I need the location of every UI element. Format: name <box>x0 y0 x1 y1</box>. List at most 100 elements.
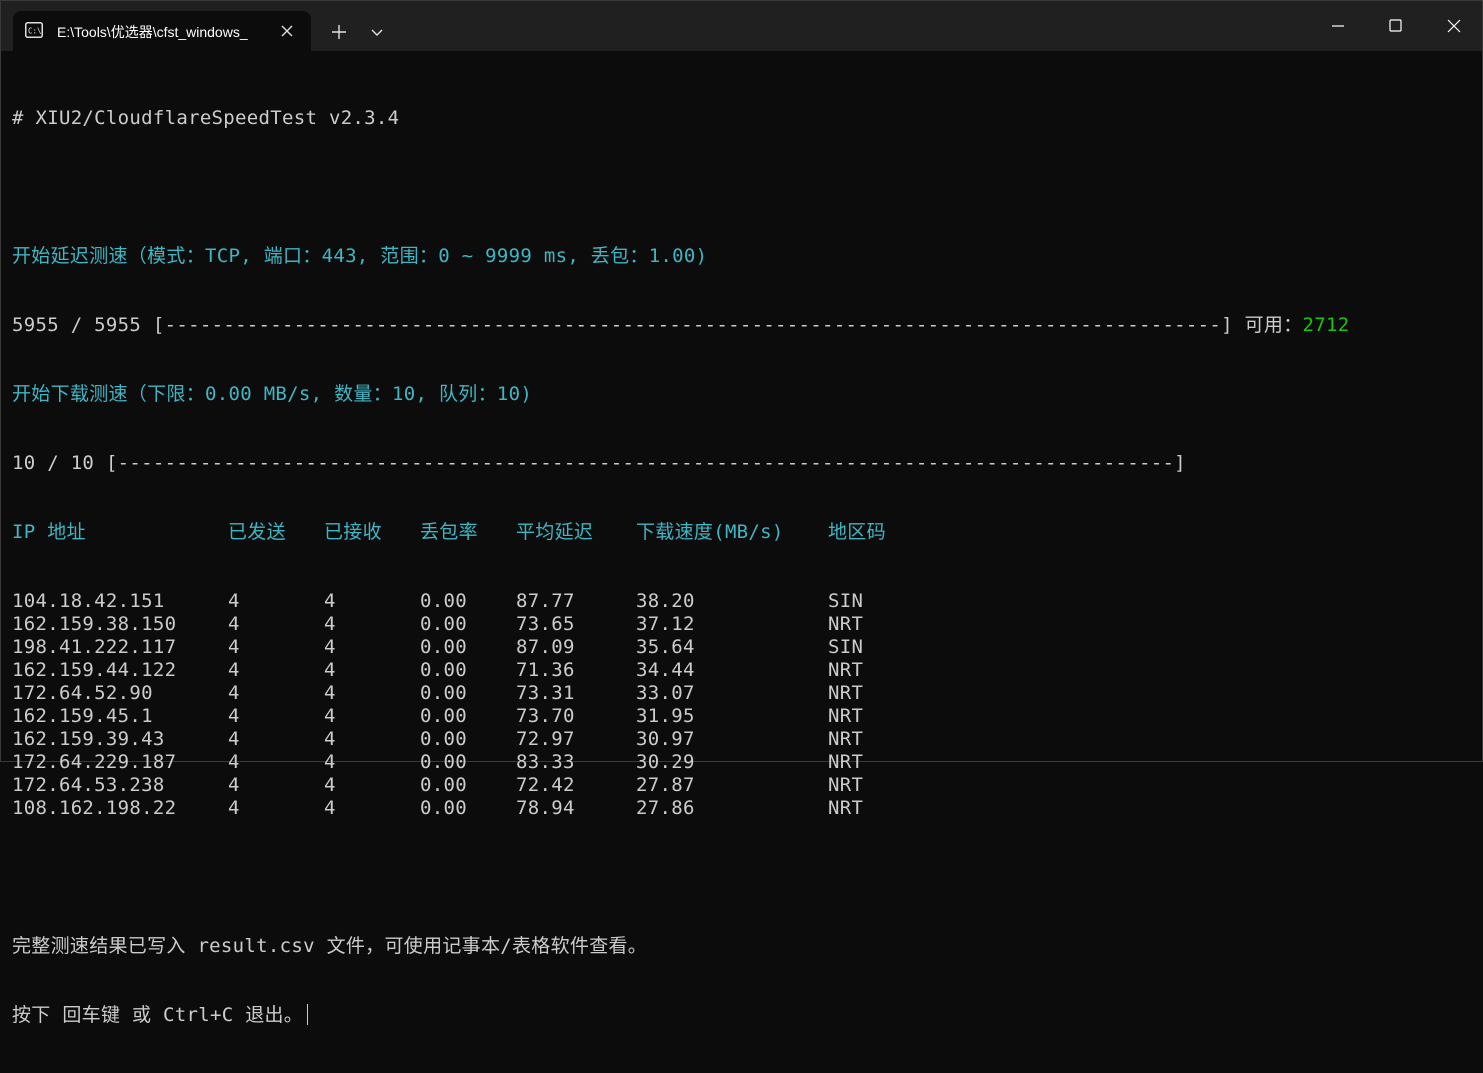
table-row: 162.159.38.150 4 4 0.00 73.65 37.12 NRT <box>12 613 1472 636</box>
cell-region-code: NRT <box>828 751 864 773</box>
cell-ip: 162.159.38.150 <box>12 613 177 635</box>
download-test-start: 开始下载测速（下限：0.00 MB/s, 数量：10, 队列：10) <box>12 383 533 405</box>
exit-prompt-line[interactable]: 按下 回车键 或 Ctrl+C 退出。 <box>12 1004 1472 1027</box>
cell-loss-rate: 0.00 <box>420 728 467 750</box>
cell-avg-latency: 87.77 <box>516 590 575 612</box>
cell-download-speed: 34.44 <box>636 659 695 681</box>
terminal-tab[interactable]: C:\ E:\Tools\优选器\cfst_windows_ <box>13 11 311 51</box>
cell-sent: 4 <box>228 751 240 773</box>
cell-sent: 4 <box>228 774 240 796</box>
cell-avg-latency: 72.97 <box>516 728 575 750</box>
cell-ip: 172.64.229.187 <box>12 751 177 773</box>
cell-ip: 162.159.45.1 <box>12 705 153 727</box>
chevron-down-icon[interactable] <box>365 19 389 47</box>
cell-sent: 4 <box>228 590 240 612</box>
result-message: 完整测速结果已写入 result.csv 文件，可使用记事本/表格软件查看。 <box>12 935 648 957</box>
text-cursor <box>307 1004 309 1025</box>
cell-loss-rate: 0.00 <box>420 705 467 727</box>
cell-avg-latency: 71.36 <box>516 659 575 681</box>
table-row: 162.159.45.1 4 4 0.00 73.70 31.95 NRT <box>12 705 1472 728</box>
cell-ip: 172.64.53.238 <box>12 774 165 796</box>
available-count: 2712 <box>1302 314 1350 336</box>
cell-sent: 4 <box>228 705 240 727</box>
latency-progress: 5955 / 5955 [---------------------------… <box>12 314 1472 337</box>
tab-title: E:\Tools\优选器\cfst_windows_ <box>57 24 248 40</box>
latency-progress-count: 5955 / 5955 <box>12 314 142 336</box>
cell-region-code: NRT <box>828 705 864 727</box>
table-row: 162.159.39.43 4 4 0.00 72.97 30.97 NRT <box>12 728 1472 751</box>
cell-received: 4 <box>324 728 336 750</box>
cell-region-code: SIN <box>828 636 864 658</box>
table-row: 198.41.222.117 4 4 0.00 87.09 35.64 SIN <box>12 636 1472 659</box>
results-table-header: IP 地址 已发送 已接收 丢包率 平均延迟 下载速度(MB/s) 地区码 <box>12 521 1472 544</box>
maximize-button[interactable] <box>1367 1 1425 51</box>
table-row: 162.159.44.122 4 4 0.00 71.36 34.44 NRT <box>12 659 1472 682</box>
cell-received: 4 <box>324 590 336 612</box>
header-region-code: 地区码 <box>828 521 886 543</box>
cell-received: 4 <box>324 659 336 681</box>
cell-download-speed: 37.12 <box>636 613 695 635</box>
cell-sent: 4 <box>228 636 240 658</box>
latency-progress-bar: [---------------------------------------… <box>152 314 1233 336</box>
cell-received: 4 <box>324 774 336 796</box>
cell-loss-rate: 0.00 <box>420 751 467 773</box>
cell-received: 4 <box>324 705 336 727</box>
cell-sent: 4 <box>228 797 240 819</box>
available-label: 可用： <box>1244 314 1303 336</box>
cell-region-code: NRT <box>828 682 864 704</box>
cell-received: 4 <box>324 797 336 819</box>
cell-sent: 4 <box>228 659 240 681</box>
cell-download-speed: 30.29 <box>636 751 695 773</box>
minimize-icon <box>1332 25 1344 27</box>
terminal-window: C:\ E:\Tools\优选器\cfst_windows_ # XIU2/Cl… <box>0 0 1483 1026</box>
cell-avg-latency: 73.65 <box>516 613 575 635</box>
minimize-button[interactable] <box>1309 1 1367 51</box>
terminal-output[interactable]: # XIU2/CloudflareSpeedTest v2.3.4 开始延迟测速… <box>12 61 1472 1026</box>
cell-avg-latency: 72.42 <box>516 774 575 796</box>
cell-received: 4 <box>324 751 336 773</box>
cell-avg-latency: 78.94 <box>516 797 575 819</box>
results-table-body: 104.18.42.151 4 4 0.00 87.77 38.20 SIN 162.159.… <box>12 590 1472 820</box>
title-bar[interactable]: C:\ E:\Tools\优选器\cfst_windows_ <box>1 1 1482 51</box>
cell-sent: 4 <box>228 613 240 635</box>
cell-received: 4 <box>324 682 336 704</box>
cell-avg-latency: 87.09 <box>516 636 575 658</box>
close-icon <box>1447 19 1461 33</box>
download-progress-bar: [---------------------------------------… <box>105 452 1186 474</box>
cell-ip: 162.159.39.43 <box>12 728 165 750</box>
close-tab-icon[interactable] <box>277 21 297 41</box>
cell-sent: 4 <box>228 682 240 704</box>
table-row: 108.162.198.22 4 4 0.00 78.94 27.86 NRT <box>12 797 1472 820</box>
cell-sent: 4 <box>228 728 240 750</box>
cell-download-speed: 38.20 <box>636 590 695 612</box>
table-row: 172.64.229.187 4 4 0.00 83.33 30.29 NRT <box>12 751 1472 774</box>
header-loss-rate: 丢包率 <box>420 521 478 543</box>
terminal-icon: C:\ <box>25 22 43 38</box>
cell-avg-latency: 73.70 <box>516 705 575 727</box>
table-row: 104.18.42.151 4 4 0.00 87.77 38.20 SIN <box>12 590 1472 613</box>
close-window-button[interactable] <box>1425 1 1483 51</box>
cell-region-code: NRT <box>828 774 864 796</box>
cell-region-code: NRT <box>828 659 864 681</box>
cell-loss-rate: 0.00 <box>420 613 467 635</box>
header-download-speed: 下载速度(MB/s) <box>636 521 784 543</box>
cell-loss-rate: 0.00 <box>420 636 467 658</box>
cell-download-speed: 30.97 <box>636 728 695 750</box>
cell-received: 4 <box>324 636 336 658</box>
maximize-icon <box>1389 19 1402 32</box>
cell-download-speed: 27.87 <box>636 774 695 796</box>
cell-loss-rate: 0.00 <box>420 590 467 612</box>
cell-region-code: NRT <box>828 797 864 819</box>
cell-ip: 108.162.198.22 <box>12 797 177 819</box>
cell-region-code: NRT <box>828 728 864 750</box>
new-tab-button[interactable] <box>325 19 353 47</box>
cell-avg-latency: 83.33 <box>516 751 575 773</box>
cell-loss-rate: 0.00 <box>420 659 467 681</box>
cell-loss-rate: 0.00 <box>420 774 467 796</box>
header-ip: IP 地址 <box>12 521 86 543</box>
header-sent: 已发送 <box>228 521 286 543</box>
cell-ip: 172.64.52.90 <box>12 682 153 704</box>
cell-loss-rate: 0.00 <box>420 682 467 704</box>
